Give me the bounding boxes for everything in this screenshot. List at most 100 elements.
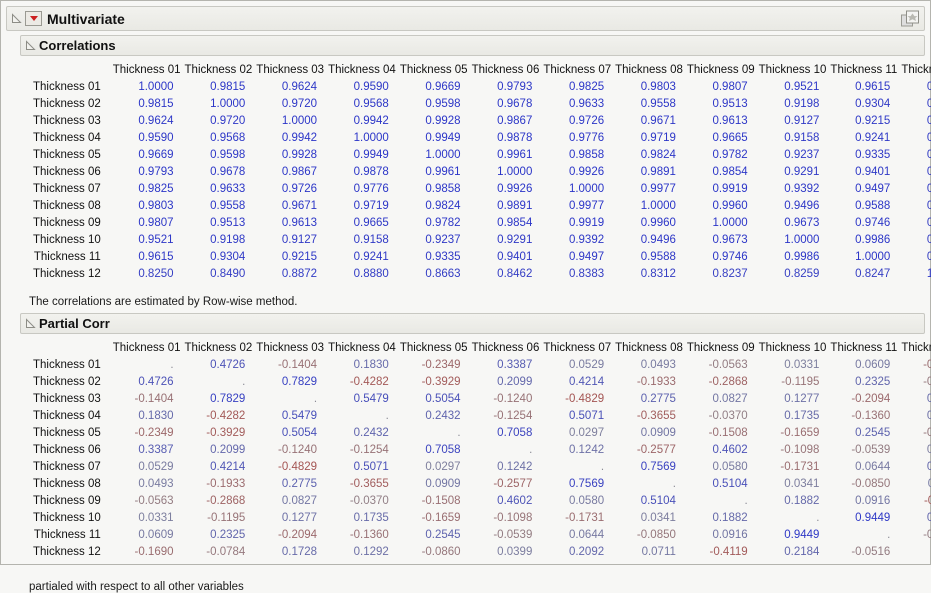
column-header-5[interactable]: Thickness 05	[398, 61, 470, 79]
table-cell: 1.0000	[353, 132, 389, 144]
column-header-8[interactable]: Thickness 08	[613, 339, 685, 357]
table-cell: 0.9928	[425, 115, 461, 127]
disclosure-triangle-partial-corr-icon[interactable]	[25, 318, 36, 329]
table-cell: 0.9449	[784, 529, 820, 541]
row-header-9[interactable]: Thickness 09	[29, 215, 111, 232]
row-header-11[interactable]: Thickness 11	[29, 527, 111, 544]
column-header-3[interactable]: Thickness 03	[254, 61, 326, 79]
table-cell: -0.1690	[134, 546, 174, 558]
table-cell: 0.9803	[640, 81, 676, 93]
table-cell: 0.9304	[210, 251, 246, 263]
column-header-10[interactable]: Thickness 10	[757, 339, 829, 357]
table-cell: 0.0609	[138, 529, 174, 541]
row-header-10[interactable]: Thickness 10	[29, 232, 111, 249]
table-cell: 0.9241	[353, 251, 389, 263]
table-cell: 0.9335	[855, 149, 891, 161]
column-header-5[interactable]: Thickness 05	[398, 339, 470, 357]
restore-window-icon[interactable]	[901, 10, 920, 27]
table-cell: 0.9496	[640, 234, 676, 246]
table-cell: 0.0580	[568, 495, 605, 507]
table-cell: 0.8663	[899, 147, 931, 164]
row-header-2[interactable]: Thickness 02	[29, 96, 111, 113]
column-header-7[interactable]: Thickness 07	[541, 339, 613, 357]
table-cell: .	[457, 427, 461, 439]
table-cell: 0.9720	[281, 98, 318, 110]
table-cell: 0.4214	[210, 461, 246, 473]
partial-corr-table-wrap: Thickness 01 Thickness 02 Thickness 03 Thic…	[1, 334, 931, 561]
row-header-1[interactable]: Thickness 01	[29, 357, 111, 374]
column-header-12[interactable]: Thickness 12	[899, 339, 931, 357]
row-header-4[interactable]: Thickness 04	[29, 408, 111, 425]
column-header-7[interactable]: Thickness 07	[541, 61, 613, 79]
column-header-6[interactable]: Thickness 06	[470, 61, 542, 79]
disclosure-triangle-multivariate-icon[interactable]	[11, 13, 22, 24]
table-cell: 0.2099	[497, 376, 533, 388]
column-header-1[interactable]: Thickness 01	[111, 339, 183, 357]
row-header-7[interactable]: Thickness 07	[29, 459, 111, 476]
column-header-4[interactable]: Thickness 04	[326, 339, 398, 357]
row-header-1[interactable]: Thickness 01	[29, 79, 111, 96]
column-header-1[interactable]: Thickness 01	[111, 61, 183, 79]
table-cell: 0.4214	[568, 376, 605, 388]
row-header-10[interactable]: Thickness 10	[29, 510, 111, 527]
column-header-8[interactable]: Thickness 08	[613, 61, 685, 79]
table-cell: -0.0539	[493, 529, 533, 541]
row-header-11[interactable]: Thickness 11	[29, 249, 111, 266]
table-cell: 0.9665	[712, 132, 748, 144]
column-header-4[interactable]: Thickness 04	[326, 61, 398, 79]
multivariate-title-bar[interactable]: Multivariate	[6, 6, 925, 31]
table-cell: 0.9803	[138, 200, 174, 212]
table-cell: 0.2545	[425, 529, 461, 541]
column-header-9[interactable]: Thickness 09	[685, 61, 757, 79]
table-cell: 0.8312	[640, 268, 676, 280]
column-header-2[interactable]: Thickness 02	[183, 61, 255, 79]
row-header-8[interactable]: Thickness 08	[29, 198, 111, 215]
table-cell: 0.5479	[281, 410, 318, 422]
column-header-6[interactable]: Thickness 06	[470, 339, 542, 357]
table-cell: 1.0000	[425, 149, 461, 161]
row-header-3[interactable]: Thickness 03	[29, 113, 111, 130]
row-header-12[interactable]: Thickness 12	[29, 266, 111, 283]
column-header-12[interactable]: Thickness 12	[899, 61, 931, 79]
row-header-3[interactable]: Thickness 03	[29, 391, 111, 408]
table-row: Thickness 06 0.3387 0.2099 -0.1240 -0.1254 0.…	[29, 442, 931, 459]
table-row: Thickness 02 0.4726. 0.7829 -0.4282 -0.3929 0…	[29, 374, 931, 391]
red-triangle-menu-icon[interactable]	[25, 11, 42, 26]
table-cell: 0.0297	[568, 427, 605, 439]
table-cell: 0.9558	[210, 200, 246, 212]
column-header-9[interactable]: Thickness 09	[685, 339, 757, 357]
column-header-11[interactable]: Thickness 11	[828, 61, 899, 79]
table-cell: 0.2545	[855, 427, 891, 439]
partial-corr-title-bar[interactable]: Partial Corr	[20, 313, 925, 334]
row-header-4[interactable]: Thickness 04	[29, 130, 111, 147]
table-cell: 0.9291	[784, 166, 820, 178]
row-header-6[interactable]: Thickness 06	[29, 442, 111, 459]
row-header-5[interactable]: Thickness 05	[29, 147, 111, 164]
disclosure-triangle-correlations-icon[interactable]	[25, 40, 36, 51]
row-header-5[interactable]: Thickness 05	[29, 425, 111, 442]
table-cell: -0.1508	[708, 427, 748, 439]
column-header-2[interactable]: Thickness 02	[183, 339, 255, 357]
table-cell: 0.7829	[281, 376, 318, 388]
row-header-12[interactable]: Thickness 12	[29, 544, 111, 561]
table-cell: 0.3387	[138, 444, 174, 456]
table-cell: 0.8259	[784, 268, 820, 280]
correlations-title-bar[interactable]: Correlations	[20, 35, 925, 56]
row-header-8[interactable]: Thickness 08	[29, 476, 111, 493]
table-cell: -0.0784	[923, 376, 931, 388]
table-cell: 0.8247	[855, 268, 891, 280]
row-header-2[interactable]: Thickness 02	[29, 374, 111, 391]
column-header-11[interactable]: Thickness 11	[828, 339, 899, 357]
table-cell: 0.9986	[784, 251, 820, 263]
row-header-7[interactable]: Thickness 07	[29, 181, 111, 198]
column-header-10[interactable]: Thickness 10	[757, 61, 829, 79]
column-header-3[interactable]: Thickness 03	[254, 339, 326, 357]
row-header-9[interactable]: Thickness 09	[29, 493, 111, 510]
table-cell: 0.9335	[425, 251, 461, 263]
table-cell: 0.9237	[784, 149, 820, 161]
correlations-table-wrap: Thickness 01 Thickness 02 Thickness 03 Thic…	[1, 56, 931, 283]
table-row: Thickness 11 0.9615 0.9304 0.9215 0.9241 0.93…	[29, 249, 931, 266]
table-cell: 0.9513	[712, 98, 748, 110]
table-cell: 0.1830	[353, 359, 389, 371]
row-header-6[interactable]: Thickness 06	[29, 164, 111, 181]
